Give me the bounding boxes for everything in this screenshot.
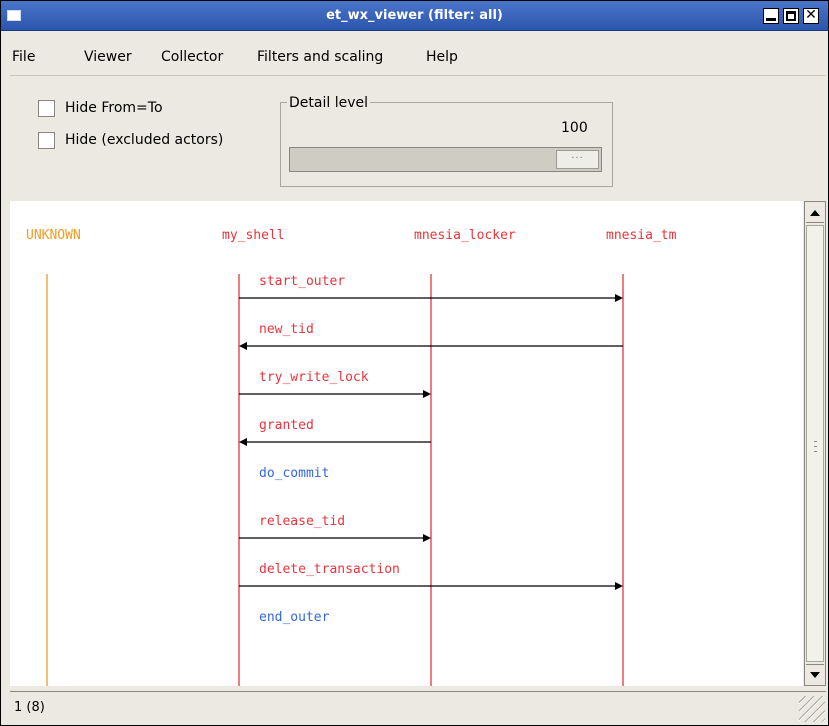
event-label-do-commit: do_commit: [259, 466, 329, 481]
menu-file[interactable]: File: [12, 49, 35, 65]
arrowhead-icon: [239, 438, 247, 446]
event-label-granted: granted: [259, 418, 314, 433]
hide-from-to-label: Hide From=To: [65, 100, 163, 116]
status-text: 1 (8): [14, 700, 45, 715]
detail-level-slider[interactable]: ···: [289, 147, 602, 172]
menu-help[interactable]: Help: [426, 49, 458, 65]
actor-label-unknown: UNKNOWN: [26, 228, 81, 243]
event-label-try-write-lock: try_write_lock: [259, 370, 369, 385]
menu-collector[interactable]: Collector: [161, 49, 223, 65]
menu-filters-and-scaling[interactable]: Filters and scaling: [257, 49, 383, 65]
status-bar: 1 (8): [10, 691, 826, 723]
detail-level-legend: Detail level: [287, 95, 370, 111]
actor-label-mnesia-locker: mnesia_locker: [414, 228, 516, 243]
minimize-button[interactable]: [763, 8, 779, 24]
resize-grip-icon[interactable]: [799, 696, 825, 722]
detail-level-value: 100: [561, 120, 588, 136]
arrowhead-icon: [423, 534, 431, 542]
close-button[interactable]: ✕: [803, 8, 819, 24]
event-label-start-outer: start_outer: [259, 274, 345, 289]
hide-excluded-actors-checkbox[interactable]: [38, 132, 55, 149]
scroll-thumb[interactable]: [806, 225, 824, 662]
hide-from-to-checkbox[interactable]: [38, 100, 55, 117]
event-label-end-outer: end_outer: [259, 610, 330, 625]
sequence-diagram: UNKNOWN my_shell mnesia_locker mnesia_tmsta…: [26, 228, 677, 686]
sequence-diagram-canvas[interactable]: UNKNOWN my_shell mnesia_locker mnesia_tmsta…: [10, 201, 803, 686]
title-bar[interactable]: et_wx_viewer (filter: all) ✕: [1, 1, 828, 31]
detail-level-group: [280, 102, 613, 187]
arrowhead-icon: [615, 294, 623, 302]
window: et_wx_viewer (filter: all) ✕ File Viewer…: [0, 0, 829, 726]
arrow-down-icon: [810, 672, 820, 678]
scroll-down-button[interactable]: [806, 664, 824, 684]
actor-label-mnesia-tm: mnesia_tm: [606, 228, 677, 243]
arrowhead-icon: [423, 390, 431, 398]
menu-divider: [10, 75, 826, 76]
hide-excluded-actors-label: Hide (excluded actors): [65, 132, 224, 148]
arrowhead-icon: [239, 342, 247, 350]
window-title: et_wx_viewer (filter: all): [326, 8, 503, 23]
arrow-up-icon: [810, 210, 820, 216]
actor-label-my-shell: my_shell: [222, 228, 285, 243]
slider-thumb[interactable]: ···: [556, 150, 599, 169]
vertical-scrollbar[interactable]: [804, 201, 826, 686]
maximize-button[interactable]: [783, 8, 799, 24]
grip-icon: [814, 441, 817, 455]
menu-viewer[interactable]: Viewer: [84, 49, 132, 65]
event-label-delete-transaction: delete_transaction: [259, 562, 400, 577]
scroll-up-button[interactable]: [806, 203, 824, 223]
arrowhead-icon: [615, 582, 623, 590]
event-label-release-tid: release_tid: [259, 514, 345, 529]
event-label-new-tid: new_tid: [259, 322, 314, 337]
